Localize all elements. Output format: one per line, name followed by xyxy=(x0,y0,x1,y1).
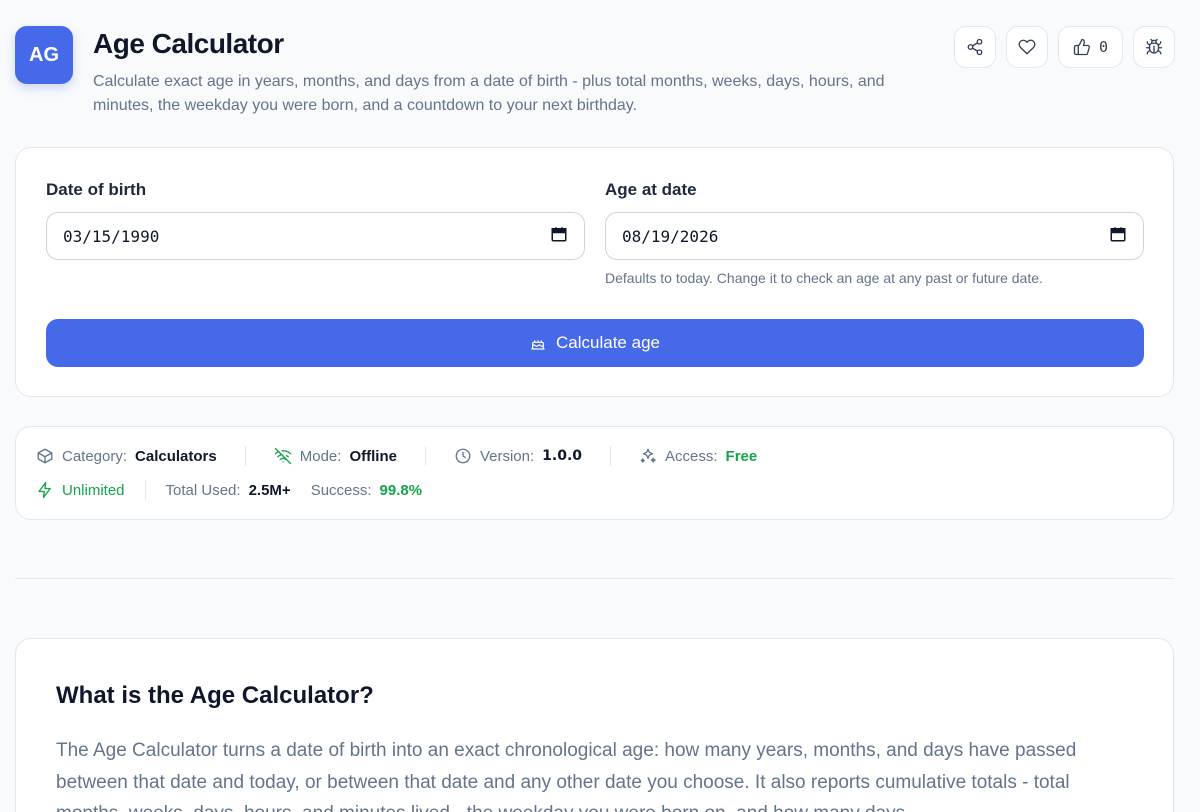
age-at-hint: Defaults to today. Change it to check an… xyxy=(605,270,1043,286)
version-label: Version: xyxy=(479,447,535,465)
meta-total-used: Total Used: 2.5M+ xyxy=(166,482,291,499)
success-label: Success: xyxy=(310,481,372,499)
box-icon xyxy=(37,448,53,464)
lightning-icon xyxy=(38,481,51,499)
total-used-value: 2.5M+ xyxy=(248,481,291,499)
dob-value: 03/15/1990 xyxy=(63,226,160,246)
meta-unlimited: Unlimited xyxy=(36,481,125,499)
meta-mode: Mode: Offline xyxy=(274,447,397,465)
wifi-off-icon xyxy=(274,447,291,465)
meta-version: Version: 1.0.0 xyxy=(454,447,582,465)
meta-access: Access: Free xyxy=(639,447,757,465)
header-actions: 0 xyxy=(953,26,1175,68)
page-title: Age Calculator xyxy=(93,28,284,59)
favorite-button[interactable] xyxy=(1005,26,1048,68)
access-value: Free xyxy=(725,447,758,465)
sparkles-icon xyxy=(640,448,656,463)
meta-success: Success: 99.8% xyxy=(311,482,422,499)
bug-icon xyxy=(1145,38,1163,55)
version-value: 1.0.0 xyxy=(542,448,583,464)
share-icon xyxy=(967,38,983,56)
app-logo: AG xyxy=(15,26,73,84)
report-bug-button[interactable] xyxy=(1133,26,1175,68)
like-count: 0 xyxy=(1098,38,1108,56)
section-divider xyxy=(15,578,1174,579)
about-text: The Age Calculator turns a date of birth… xyxy=(56,740,1077,812)
page-description: Calculate exact age in years, months, an… xyxy=(93,73,885,114)
heart-icon xyxy=(1018,39,1036,55)
calculate-age-label: Calculate age xyxy=(556,333,660,352)
meta-divider xyxy=(424,446,426,466)
tool-meta-card: Category: Calculators Mode: Offline Vers… xyxy=(15,426,1174,520)
meta-divider xyxy=(144,480,146,500)
total-used-label: Total Used: xyxy=(165,481,241,499)
category-label: Category: xyxy=(62,447,128,465)
page-header: AG Age Calculator Calculate exact age in… xyxy=(15,26,1175,126)
age-at-input[interactable]: 08/19/2026 xyxy=(605,212,1144,260)
mode-value: Offline xyxy=(349,447,397,465)
cake-icon xyxy=(531,337,545,350)
success-value: 99.8% xyxy=(379,481,423,499)
dob-input[interactable]: 03/15/1990 xyxy=(46,212,585,260)
category-value: Calculators xyxy=(135,447,217,465)
meta-divider xyxy=(610,446,612,466)
meta-divider xyxy=(244,446,246,466)
about-card: What is the Age Calculator? The Age Calc… xyxy=(15,638,1174,812)
calendar-icon[interactable] xyxy=(550,225,568,248)
age-at-label: Age at date xyxy=(605,180,697,199)
thumbs-up-icon xyxy=(1073,38,1090,56)
meta-category: Category: Calculators xyxy=(36,447,217,465)
about-title: What is the Age Calculator? xyxy=(56,682,374,709)
calculator-form-card: Date of birth 03/15/1990 Age at date 08/… xyxy=(15,147,1174,397)
calendar-icon[interactable] xyxy=(1109,225,1127,248)
meta-row-primary: Category: Calculators Mode: Offline Vers… xyxy=(36,446,757,466)
clock-icon xyxy=(455,448,471,464)
mode-label: Mode: xyxy=(299,447,342,465)
share-button[interactable] xyxy=(953,26,996,68)
dob-label: Date of birth xyxy=(46,180,147,199)
like-button[interactable]: 0 xyxy=(1057,26,1123,68)
unlimited-label: Unlimited xyxy=(62,481,125,499)
calculate-age-button[interactable]: Calculate age xyxy=(46,319,1144,367)
access-label: Access: xyxy=(665,447,718,465)
age-at-value: 08/19/2026 xyxy=(622,226,719,246)
meta-row-secondary: Unlimited Total Used: 2.5M+ Success: 99.… xyxy=(36,480,422,500)
